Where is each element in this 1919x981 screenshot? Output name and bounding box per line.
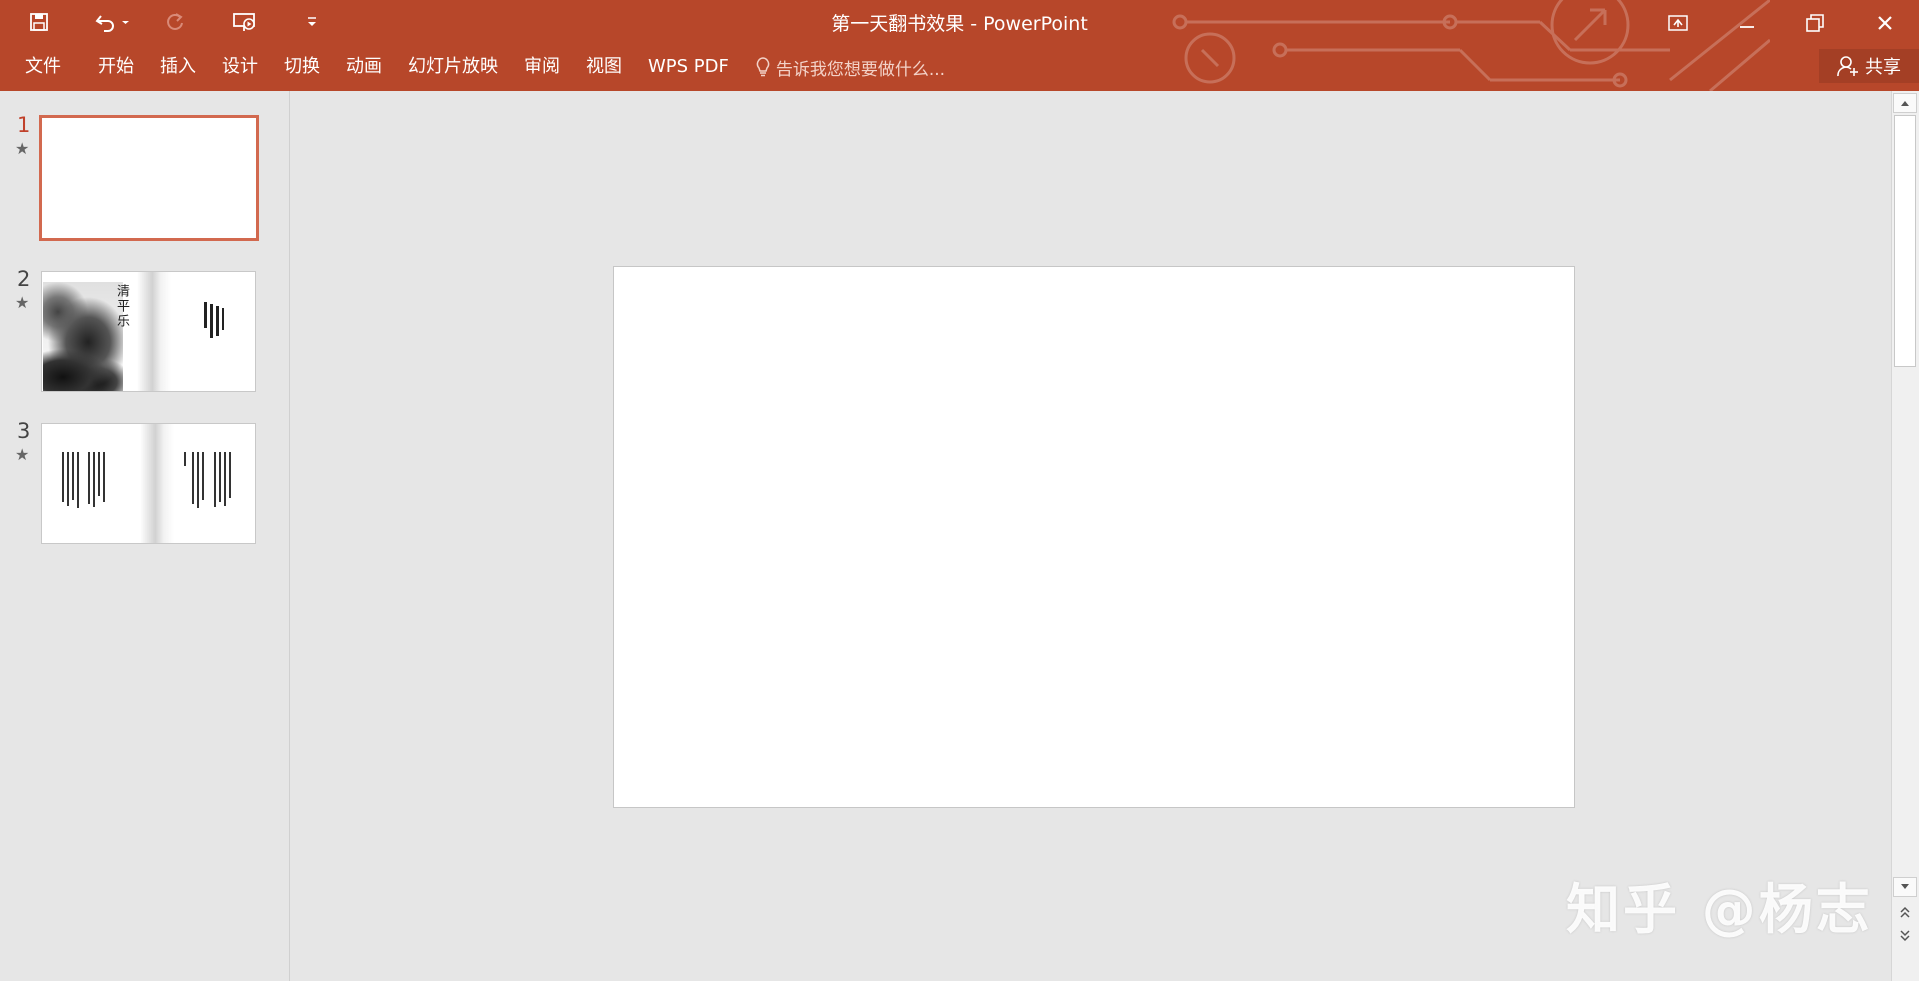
tab-wps-pdf[interactable]: WPS PDF <box>635 50 742 84</box>
share-button[interactable]: 共享 <box>1819 49 1919 83</box>
slide-preview-book[interactable]: 清平乐 <box>41 271 256 392</box>
tab-design[interactable]: 设计 <box>209 50 271 84</box>
right-page-text <box>184 452 231 508</box>
customize-qat-icon <box>308 17 316 26</box>
scroll-down-button[interactable] <box>1893 877 1917 897</box>
ribbon-display-options-button[interactable] <box>1649 4 1707 42</box>
arrow-down-icon <box>1901 884 1909 889</box>
slide-preview-book[interactable] <box>41 423 256 544</box>
restore-button[interactable] <box>1786 4 1844 42</box>
slide-thumbnail-1[interactable]: 1 ★ <box>0 113 289 253</box>
ribbon-tab-bar: 文件 开始 插入 设计 切换 动画 幻灯片放映 审阅 视图 WPS PDF 告诉… <box>0 50 945 84</box>
scroll-thumb[interactable] <box>1894 115 1916 367</box>
ribbon-display-options-icon <box>1668 15 1688 31</box>
chevron-down-icon <box>121 21 129 24</box>
undo-icon <box>95 15 114 32</box>
slide-thumbnail-2[interactable]: 2 ★ 清平乐 <box>0 267 289 407</box>
vertical-scrollbar[interactable] <box>1891 91 1919 981</box>
slide-number: 3 <box>17 419 31 443</box>
tab-transitions[interactable]: 切换 <box>271 50 333 84</box>
book-fold-shadow <box>137 272 171 391</box>
customize-qat-button[interactable] <box>302 8 322 36</box>
tab-file[interactable]: 文件 <box>0 50 85 84</box>
tab-view[interactable]: 视图 <box>573 50 635 84</box>
slide-number: 1 <box>17 113 31 137</box>
tab-review[interactable]: 审阅 <box>511 50 573 84</box>
redo-button[interactable] <box>160 8 190 36</box>
scroll-up-button[interactable] <box>1893 93 1917 113</box>
tab-home[interactable]: 开始 <box>85 50 147 84</box>
tab-slide-show[interactable]: 幻灯片放映 <box>395 50 511 84</box>
share-user-icon <box>1837 56 1858 77</box>
redo-icon <box>167 13 183 30</box>
title-bar: 第一天翻书效果 - PowerPoint 文件 开始 插入 设计 切换 动画 幻… <box>0 0 1919 91</box>
slide-editing-area[interactable] <box>290 91 1892 981</box>
slide-preview-blank[interactable] <box>39 115 259 241</box>
slide-title: 清平乐 <box>114 284 129 329</box>
slide-thumbnail-pane[interactable]: 1 ★ 2 ★ 清平乐 3 ★ <box>0 91 290 981</box>
left-page-text <box>62 452 105 508</box>
book-fold-shadow <box>140 424 174 543</box>
present-from-start-icon <box>233 13 255 31</box>
tab-insert[interactable]: 插入 <box>147 50 209 84</box>
arrow-up-icon <box>1901 101 1909 106</box>
animation-star-icon: ★ <box>15 445 30 464</box>
save-icon <box>30 13 48 31</box>
present-from-start-button[interactable] <box>229 8 261 36</box>
minimize-button[interactable] <box>1718 4 1776 42</box>
undo-button[interactable] <box>88 8 136 36</box>
next-slide-button[interactable] <box>1893 925 1917 945</box>
ink-landscape-image <box>43 282 123 391</box>
slide-thumbnail-3[interactable]: 3 ★ <box>0 419 289 559</box>
share-label: 共享 <box>1865 57 1901 78</box>
tab-animations[interactable]: 动画 <box>333 50 395 84</box>
watermark: 知乎 @杨志 <box>1566 878 1873 941</box>
slide-number: 2 <box>17 267 31 291</box>
animation-star-icon: ★ <box>15 293 30 312</box>
minimize-icon <box>1740 26 1754 28</box>
close-button[interactable] <box>1856 4 1914 42</box>
close-icon <box>1878 16 1892 30</box>
animation-star-icon: ★ <box>15 139 30 158</box>
tell-me-search[interactable]: 告诉我您想要做什么... <box>756 50 945 84</box>
current-slide-canvas[interactable] <box>613 266 1575 808</box>
tell-me-placeholder: 告诉我您想要做什么... <box>775 59 946 80</box>
restore-icon <box>1806 14 1824 32</box>
lightbulb-icon <box>756 57 770 77</box>
poem-text-block <box>204 302 224 338</box>
save-button[interactable] <box>22 8 56 36</box>
double-chevron-up-icon <box>1900 906 1910 918</box>
double-chevron-down-icon <box>1900 930 1910 942</box>
previous-slide-button[interactable] <box>1893 903 1917 923</box>
